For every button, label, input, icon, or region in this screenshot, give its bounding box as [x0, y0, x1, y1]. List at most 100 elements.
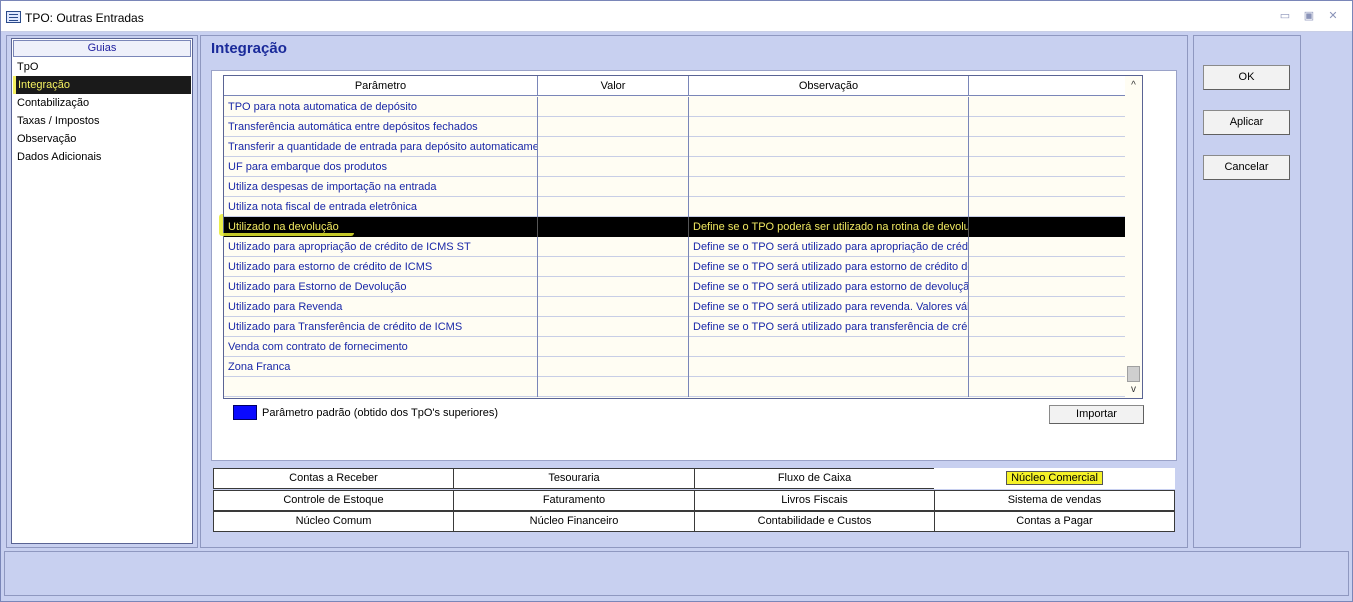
table-row[interactable]: Utilizado para apropriação de crédito de…	[224, 237, 1126, 257]
cell-valor[interactable]	[538, 317, 689, 337]
column-header-parametro[interactable]: Parâmetro	[224, 76, 538, 96]
ok-button[interactable]: OK	[1203, 65, 1290, 90]
guia-item-contabilizacao[interactable]: Contabilização	[13, 94, 191, 112]
scroll-thumb[interactable]	[1127, 366, 1140, 382]
table-row[interactable]: UF para embarque dos produtos	[224, 157, 1126, 177]
cancelar-button[interactable]: Cancelar	[1203, 155, 1290, 180]
cell-parametro[interactable]: UF para embarque dos produtos	[224, 157, 538, 177]
cell-observacao[interactable]	[689, 177, 969, 197]
cell-valor[interactable]	[538, 297, 689, 317]
table-row[interactable]: Zona Franca	[224, 357, 1126, 377]
cell-extra[interactable]	[969, 217, 1126, 237]
cell-parametro[interactable]: Zona Franca	[224, 357, 538, 377]
scroll-down-icon[interactable]: v	[1125, 382, 1142, 398]
cell-valor[interactable]	[538, 97, 689, 117]
cell-extra[interactable]	[969, 117, 1126, 137]
importar-button[interactable]: Importar	[1049, 405, 1144, 424]
tab-nucleo-comum[interactable]: Núcleo Comum	[213, 511, 454, 532]
cell-extra[interactable]	[969, 357, 1126, 377]
tab-sistema-de-vendas[interactable]: Sistema de vendas	[934, 490, 1175, 511]
tab-nucleo-financeiro[interactable]: Núcleo Financeiro	[453, 511, 695, 532]
cell-extra[interactable]	[969, 157, 1126, 177]
cell-valor[interactable]	[538, 217, 689, 237]
cell-observacao[interactable]	[689, 337, 969, 357]
guia-item-dados-adicionais[interactable]: Dados Adicionais	[13, 148, 191, 166]
tab-contas-a-pagar[interactable]: Contas a Pagar	[934, 511, 1175, 532]
cell-observacao[interactable]: Define se o TPO será utilizado para esto…	[689, 277, 969, 297]
cell-extra[interactable]	[969, 197, 1126, 217]
cell-extra[interactable]	[969, 237, 1126, 257]
cell-observacao[interactable]	[689, 97, 969, 117]
cell-observacao[interactable]: Define se o TPO será utilizado para esto…	[689, 257, 969, 277]
cell-extra[interactable]	[969, 277, 1126, 297]
cell-observacao[interactable]	[689, 357, 969, 377]
guia-item-taxas-impostos[interactable]: Taxas / Impostos	[13, 112, 191, 130]
cell-observacao[interactable]: Define se o TPO poderá ser utilizado na …	[689, 217, 969, 237]
tab-contas-a-receber[interactable]: Contas a Receber	[213, 468, 454, 489]
guia-item-observacao[interactable]: Observação	[13, 130, 191, 148]
table-row[interactable]: Utilizado na devolução Define se o TPO po…	[224, 217, 1126, 237]
cell-observacao[interactable]: Define se o TPO será utilizado para tran…	[689, 317, 969, 337]
cell-valor[interactable]	[538, 117, 689, 137]
maximize-icon[interactable]: ▣	[1302, 9, 1316, 23]
table-row[interactable]: Transferir a quantidade de entrada para …	[224, 137, 1126, 157]
cell-valor[interactable]	[538, 377, 689, 397]
cell-valor[interactable]	[538, 157, 689, 177]
cell-valor[interactable]	[538, 177, 689, 197]
table-row[interactable]: Utilizado para Revenda Define se o TPO se…	[224, 297, 1126, 317]
cell-parametro[interactable]: Utilizado para Transferência de crédito …	[224, 317, 538, 337]
cell-valor[interactable]	[538, 237, 689, 257]
table-row[interactable]: Utilizado para estorno de crédito de ICM…	[224, 257, 1126, 277]
cell-valor[interactable]	[538, 137, 689, 157]
table-row[interactable]: Utiliza despesas de importação na entrad…	[224, 177, 1126, 197]
tab-fluxo-de-caixa[interactable]: Fluxo de Caixa	[694, 468, 935, 489]
cell-observacao[interactable]	[689, 157, 969, 177]
tab-nucleo-comercial[interactable]: Núcleo Comercial	[934, 468, 1175, 489]
tab-tesouraria[interactable]: Tesouraria	[453, 468, 695, 489]
cell-parametro[interactable]: Transferir a quantidade de entrada para …	[224, 137, 538, 157]
guia-item-integracao[interactable]: Integração	[13, 76, 191, 94]
table-row[interactable]: Utiliza nota fiscal de entrada eletrônic…	[224, 197, 1126, 217]
tab-contabilidade-e-custos[interactable]: Contabilidade e Custos	[694, 511, 935, 532]
guia-item-tpo[interactable]: TpO	[13, 58, 191, 76]
aplicar-button[interactable]: Aplicar	[1203, 110, 1290, 135]
cell-extra[interactable]	[969, 257, 1126, 277]
cell-extra[interactable]	[969, 97, 1126, 117]
tab-controle-de-estoque[interactable]: Controle de Estoque	[213, 490, 454, 511]
cell-observacao[interactable]	[689, 377, 969, 397]
column-header-valor[interactable]: Valor	[538, 76, 689, 96]
table-row[interactable]: Utilizado para Estorno de Devolução Defin…	[224, 277, 1126, 297]
cell-parametro[interactable]: Utilizado para Revenda	[224, 297, 538, 317]
table-row[interactable]: TPO para nota automatica de depósito	[224, 97, 1126, 117]
cell-observacao[interactable]	[689, 117, 969, 137]
cell-valor[interactable]	[538, 197, 689, 217]
cell-extra[interactable]	[969, 297, 1126, 317]
cell-parametro[interactable]: Utilizado para Estorno de Devolução	[224, 277, 538, 297]
column-header-observacao[interactable]: Observação	[689, 76, 969, 96]
cell-parametro[interactable]: Utiliza despesas de importação na entrad…	[224, 177, 538, 197]
cell-extra[interactable]	[969, 137, 1126, 157]
cell-parametro[interactable]	[224, 377, 538, 397]
table-row[interactable]	[224, 377, 1126, 397]
cell-observacao[interactable]: Define se o TPO será utilizado para reve…	[689, 297, 969, 317]
cell-parametro[interactable]: Utilizado para apropriação de crédito de…	[224, 237, 538, 257]
cell-extra[interactable]	[969, 317, 1126, 337]
cell-parametro[interactable]: Utilizado para estorno de crédito de ICM…	[224, 257, 538, 277]
tab-livros-fiscais[interactable]: Livros Fiscais	[694, 490, 935, 511]
grid-scrollbar[interactable]: ^ v	[1125, 76, 1142, 398]
cell-observacao[interactable]	[689, 197, 969, 217]
cell-observacao[interactable]	[689, 137, 969, 157]
tab-faturamento[interactable]: Faturamento	[453, 490, 695, 511]
cell-valor[interactable]	[538, 277, 689, 297]
cell-parametro[interactable]: Venda com contrato de fornecimento	[224, 337, 538, 357]
table-row[interactable]: Venda com contrato de fornecimento	[224, 337, 1126, 357]
cell-observacao[interactable]: Define se o TPO será utilizado para apro…	[689, 237, 969, 257]
scroll-up-icon[interactable]: ^	[1125, 78, 1142, 94]
cell-valor[interactable]	[538, 357, 689, 377]
close-icon[interactable]: ✕	[1326, 9, 1340, 23]
cell-valor[interactable]	[538, 257, 689, 277]
cell-parametro[interactable]: TPO para nota automatica de depósito	[224, 97, 538, 117]
minimize-icon[interactable]: ▭	[1278, 9, 1292, 23]
table-row[interactable]: Utilizado para Transferência de crédito …	[224, 317, 1126, 337]
table-row[interactable]: Transferência automática entre depósitos…	[224, 117, 1126, 137]
